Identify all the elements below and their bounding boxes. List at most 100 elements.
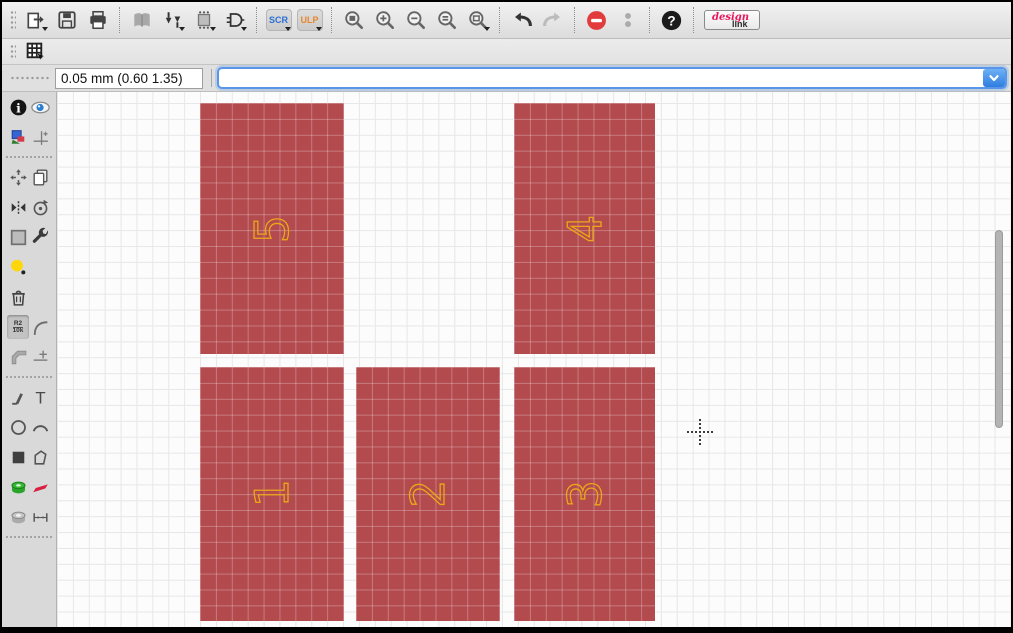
- undo-button[interactable]: [508, 7, 535, 33]
- print-button[interactable]: [84, 7, 111, 33]
- move-icon: [9, 168, 27, 186]
- rect-tool-button[interactable]: [7, 445, 29, 469]
- zoom-in-icon: [375, 11, 394, 30]
- board-panel-1[interactable]: 1: [200, 367, 344, 621]
- copy-tool-button[interactable]: [29, 165, 51, 189]
- zoom-in-button[interactable]: [371, 7, 398, 33]
- toolbar-separator: [256, 7, 257, 33]
- palette-separator: [6, 376, 52, 378]
- run-ulp-button[interactable]: ULP: [296, 7, 323, 33]
- mirror-tool-button[interactable]: [7, 195, 29, 219]
- split-tool-button[interactable]: [7, 345, 29, 369]
- main-toolbar: SCR ULP ? design link: [2, 2, 1011, 39]
- save-icon: [57, 11, 76, 29]
- text-tool-button[interactable]: T: [29, 385, 51, 409]
- hole-tool-button[interactable]: [7, 505, 29, 529]
- zoom-out-button[interactable]: [402, 7, 429, 33]
- measure-icon: [32, 512, 48, 522]
- mirror-icon: [11, 200, 25, 214]
- library-book-icon: [133, 13, 150, 27]
- help-button[interactable]: ?: [658, 7, 685, 33]
- palette-empty-slot: [29, 285, 51, 309]
- toolbar-drag-handle[interactable]: [10, 10, 16, 30]
- zoom-select-dropdown-arrow: [484, 27, 490, 31]
- redo-button[interactable]: [539, 7, 566, 33]
- parameter-bar-drag-handle[interactable]: [10, 75, 50, 81]
- vertical-scrollbar-thumb[interactable]: [995, 230, 1003, 428]
- zoom-select-button[interactable]: [464, 7, 491, 33]
- svg-text:5: 5: [245, 215, 299, 243]
- rotate-tool-button[interactable]: [29, 195, 51, 219]
- show-tool-button[interactable]: [29, 95, 51, 119]
- move-tool-button[interactable]: [7, 165, 29, 189]
- change-tool-button[interactable]: [29, 225, 51, 249]
- delete-tool-button[interactable]: [7, 285, 29, 309]
- board-panel-3[interactable]: 3: [514, 367, 655, 621]
- zoom-fit-icon: [344, 11, 363, 30]
- miter-tool-button[interactable]: [29, 315, 51, 339]
- copy-icon: [33, 168, 47, 186]
- replace-dropdown-arrow: [210, 27, 216, 31]
- zoom-out-icon: [406, 11, 425, 30]
- display-tool-button[interactable]: [7, 125, 29, 149]
- tool-palette: i R2 10k T: [2, 92, 57, 627]
- help-icon: ?: [661, 10, 682, 30]
- replace-button[interactable]: [190, 7, 217, 33]
- toolbar-separator: [499, 7, 500, 33]
- circle-icon: [10, 419, 26, 435]
- board-panel-5[interactable]: 5: [200, 103, 344, 354]
- toolbar-separator: [693, 7, 694, 33]
- toolbar-separator: [331, 7, 332, 33]
- pinswap-button[interactable]: [159, 7, 186, 33]
- zoom-redraw-button[interactable]: [433, 7, 460, 33]
- group-icon: [10, 229, 26, 245]
- wire-tool-button[interactable]: [7, 385, 29, 409]
- design-link-button[interactable]: design link: [704, 10, 760, 30]
- command-dropdown-button[interactable]: [983, 69, 1005, 87]
- pinswap-dropdown-arrow: [179, 27, 185, 31]
- traffic-light-button[interactable]: [614, 7, 641, 33]
- save-button[interactable]: [53, 7, 80, 33]
- arc-tool-button[interactable]: [29, 415, 51, 439]
- optimize-icon: [33, 350, 47, 361]
- polygon-tool-button[interactable]: [29, 445, 51, 469]
- command-combobox[interactable]: [217, 67, 1007, 89]
- run-script-button[interactable]: SCR: [265, 7, 292, 33]
- info-tool-button[interactable]: i: [7, 95, 29, 119]
- info-glyph: i: [16, 100, 21, 115]
- measure-tool-button[interactable]: [29, 505, 51, 529]
- board-panel-4[interactable]: 4: [514, 103, 655, 354]
- print-icon: [89, 10, 106, 30]
- board-label-4: 4: [557, 214, 612, 243]
- info-icon: i: [10, 99, 26, 115]
- name-value-tool-button[interactable]: R2 10k: [7, 315, 29, 339]
- parameter-bar: 0.05 mm (0.60 1.35): [2, 65, 1011, 92]
- open-button[interactable]: [22, 7, 49, 33]
- help-glyph: ?: [667, 13, 675, 28]
- smash-tool-button[interactable]: [7, 255, 29, 279]
- group-tool-button[interactable]: [7, 225, 29, 249]
- smd-tool-button[interactable]: [29, 475, 51, 499]
- show-eye-icon: [30, 101, 50, 113]
- pad-tool-button[interactable]: [7, 475, 29, 499]
- command-input[interactable]: [219, 69, 983, 87]
- scr-dropdown-arrow: [285, 27, 291, 31]
- drawing-canvas[interactable]: 5 4 1 2 3: [57, 92, 1011, 627]
- circle-tool-button[interactable]: [7, 415, 29, 439]
- grid-button[interactable]: [22, 39, 49, 65]
- optimize-tool-button[interactable]: [29, 345, 51, 369]
- zoom-fit-button[interactable]: [340, 7, 367, 33]
- library-button[interactable]: [128, 7, 155, 33]
- toolbar-drag-handle[interactable]: [10, 43, 16, 60]
- rect-icon: [12, 451, 24, 463]
- palette-empty-slot: [29, 255, 51, 279]
- board-panel-2[interactable]: 2: [356, 367, 500, 621]
- stop-icon: [587, 10, 606, 30]
- mark-tool-button[interactable]: [29, 125, 51, 149]
- smd-icon: [32, 483, 48, 492]
- stop-button[interactable]: [583, 7, 610, 33]
- gateswap-button[interactable]: [221, 7, 248, 33]
- gateswap-dropdown-arrow: [241, 27, 247, 31]
- board-label-2: 2: [400, 479, 455, 508]
- miter-icon: [33, 320, 47, 335]
